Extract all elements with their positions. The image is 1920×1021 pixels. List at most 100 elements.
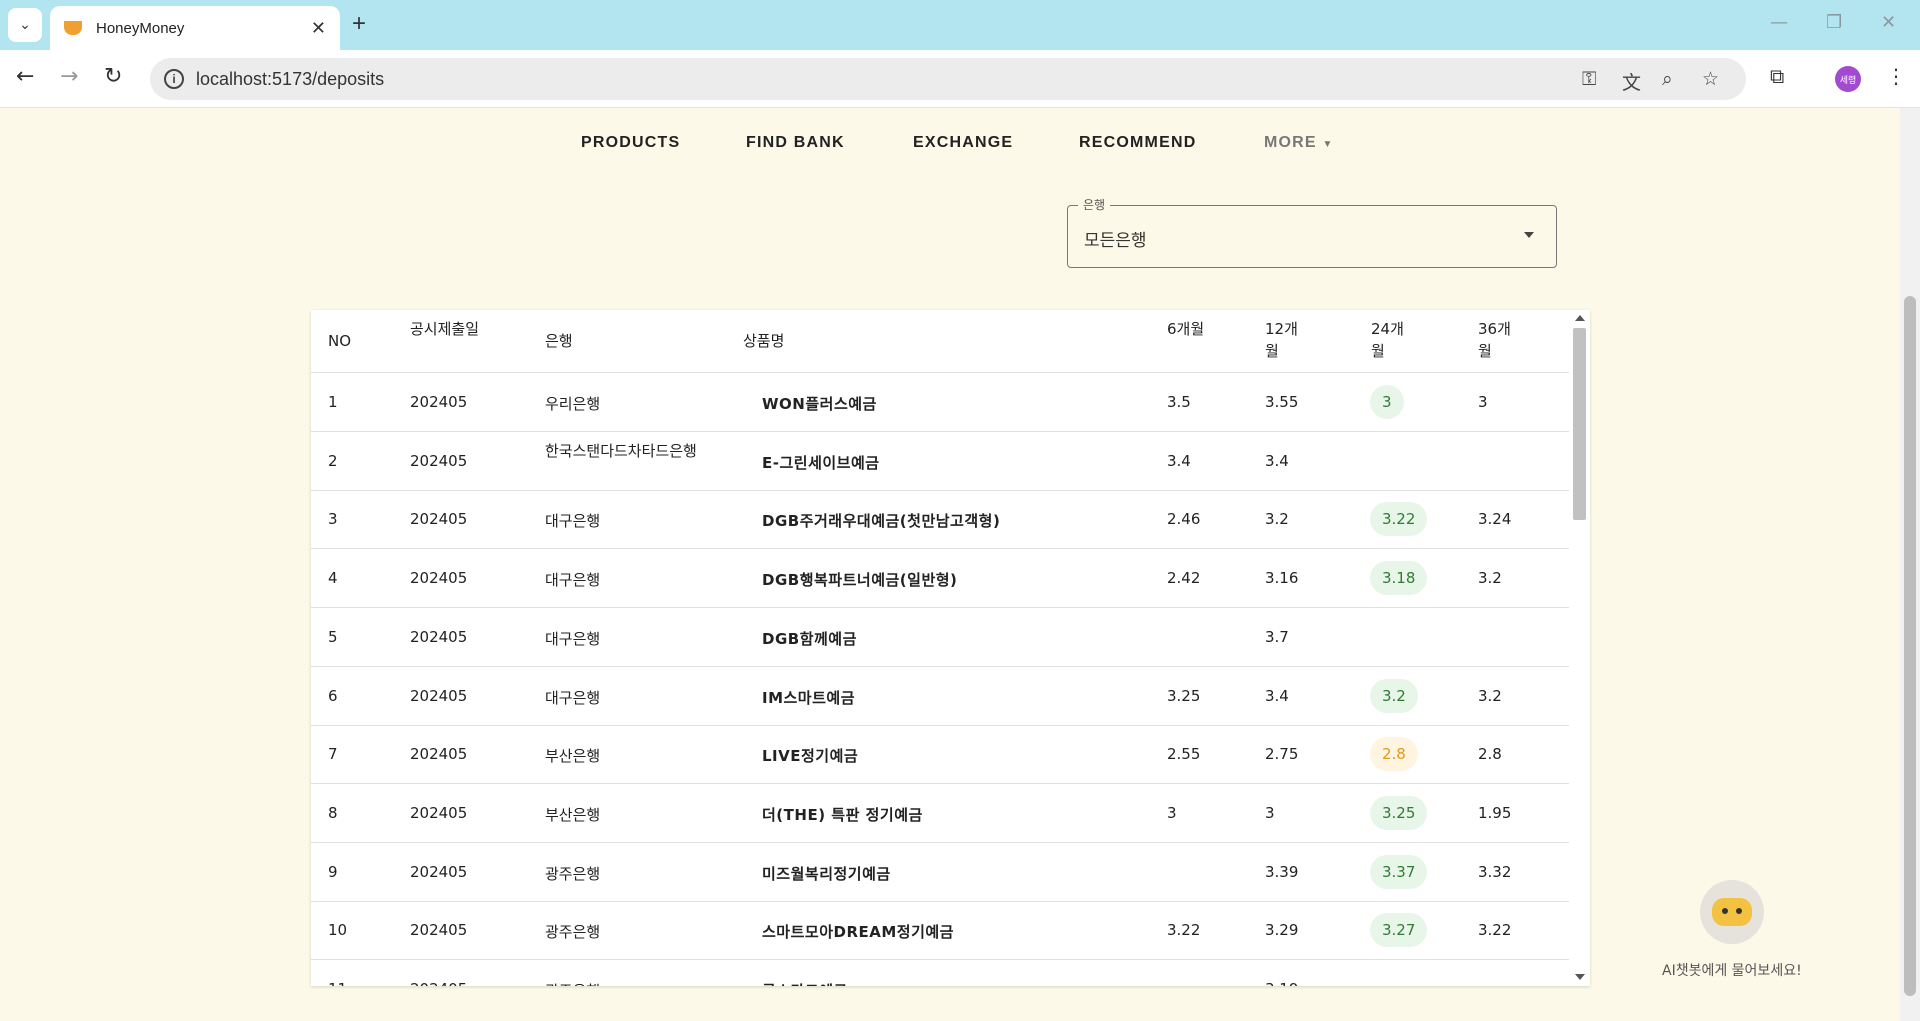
robot-eye bbox=[1722, 908, 1728, 914]
cell-product: LIVE정기예금 bbox=[762, 747, 859, 766]
cell-m36: 3 bbox=[1478, 393, 1488, 411]
kebab-menu-icon[interactable]: ⋮ bbox=[1886, 64, 1906, 88]
table-row[interactable]: 9 202405 광주은행 미즈월복리정기예금 3.39 3.37 3.32 bbox=[311, 843, 1569, 902]
table-row[interactable]: 7 202405 부산은행 LIVE정기예금 2.55 2.75 2.8 2.8 bbox=[311, 725, 1569, 785]
cell-date: 202405 bbox=[410, 980, 467, 986]
cell-m6: 3.4 bbox=[1167, 451, 1191, 470]
nav-more[interactable]: MORE ▼ bbox=[1264, 134, 1334, 152]
bank-select[interactable]: 은행 모든은행 bbox=[1067, 196, 1557, 268]
scroll-down-icon[interactable] bbox=[1575, 974, 1585, 980]
cell-date: 202405 bbox=[410, 393, 468, 411]
reload-icon[interactable]: ↻ bbox=[104, 64, 122, 89]
cell-product: WON플러스예금 bbox=[762, 395, 877, 413]
cell-no: 10 bbox=[328, 921, 348, 940]
info-icon[interactable]: i bbox=[164, 69, 184, 89]
key-icon[interactable]: ⚿ bbox=[1582, 68, 1596, 90]
extensions-icon[interactable]: ⧉ bbox=[1770, 64, 1784, 88]
table-row[interactable]: 6 202405 대구은행 IM스마트예금 3.25 3.4 3.2 3.2 bbox=[311, 667, 1569, 726]
header-date: 공시제출일 bbox=[410, 320, 480, 338]
avatar[interactable]: 세령 bbox=[1835, 66, 1861, 92]
cell-bank: 우리은행 bbox=[545, 395, 601, 413]
cell-no: 2 bbox=[328, 451, 338, 470]
cell-m12: 3 bbox=[1265, 803, 1275, 822]
cell-date: 202405 bbox=[410, 803, 468, 822]
cell-no: 7 bbox=[328, 745, 338, 764]
table-row[interactable]: 5 202405 대구은행 DGB함께예금 3.7 bbox=[311, 608, 1569, 667]
table-scrollbar[interactable] bbox=[1569, 310, 1590, 986]
address-bar[interactable]: i localhost:5173/deposits ⚿ 文 ⌕ ☆ bbox=[150, 58, 1746, 100]
cell-m36: 3.24 bbox=[1478, 510, 1512, 529]
rate-chip: 3.2 bbox=[1370, 678, 1418, 713]
rate-chip: 3.37 bbox=[1370, 854, 1428, 889]
cell-product: E-그린세이브예금 bbox=[762, 453, 880, 472]
chevron-down-icon: ⌄ bbox=[19, 17, 31, 33]
cell-m6: 3.22 bbox=[1167, 921, 1201, 940]
cell-no: 3 bbox=[328, 510, 338, 529]
cell-product: DGB함께예금 bbox=[762, 629, 857, 648]
cell-m6: 2.55 bbox=[1167, 745, 1201, 764]
cell-m12: 3.19 bbox=[1265, 980, 1298, 986]
translate-icon[interactable]: 文 bbox=[1622, 68, 1641, 95]
nav-find-bank[interactable]: FIND BANK bbox=[746, 134, 845, 152]
forward-arrow-icon[interactable]: → bbox=[60, 64, 78, 89]
header-24m: 24개월 bbox=[1371, 320, 1404, 360]
cell-bank: 부산은행 bbox=[545, 805, 601, 824]
browser-toolbar: ← → ↻ i localhost:5173/deposits ⚿ 文 ⌕ ☆ bbox=[0, 50, 1920, 108]
honey-pot-icon bbox=[64, 21, 82, 35]
zoom-icon[interactable]: ⌕ bbox=[1662, 68, 1673, 90]
nav-exchange[interactable]: EXCHANGE bbox=[913, 134, 1013, 152]
minimize-icon[interactable]: — bbox=[1770, 12, 1788, 33]
back-arrow-icon[interactable]: ← bbox=[16, 64, 34, 89]
cell-no: 1 bbox=[328, 393, 338, 411]
table-row[interactable]: 2 202405 한국스탠다드차타드은행 E-그린세이브예금 3.4 3.4 bbox=[311, 432, 1569, 491]
browser-tab-bar: ⌄ HoneyMoney ✕ + — ❐ ✕ bbox=[0, 0, 1920, 50]
cell-m12: 3.29 bbox=[1265, 921, 1299, 940]
table-row[interactable]: 8 202405 부산은행 더(THE) 특판 정기예금 3 3 3.25 1.95 bbox=[311, 784, 1569, 843]
table-row[interactable]: 11 202405 광주은행 굿스타트예금 3.19 bbox=[311, 960, 1569, 986]
cell-bank: 광주은행 bbox=[545, 864, 601, 883]
tab-search-button[interactable]: ⌄ bbox=[8, 8, 42, 42]
page-scrollbar[interactable] bbox=[1900, 108, 1920, 1021]
table-row[interactable]: 10 202405 광주은행 스마트모아DREAM정기예금 3.22 3.29 3.27 3.… bbox=[311, 901, 1569, 961]
cell-no: 6 bbox=[328, 686, 338, 705]
cell-m6: 2.42 bbox=[1167, 569, 1201, 588]
cell-no: 11 bbox=[328, 980, 347, 986]
table-row[interactable]: 1 202405 우리은행 WON플러스예금 3.5 3.55 3 3 bbox=[311, 373, 1569, 432]
nav-products[interactable]: PRODUCTS bbox=[581, 134, 680, 152]
cell-bank: 광주은행 bbox=[545, 923, 601, 942]
close-icon[interactable]: ✕ bbox=[311, 18, 326, 39]
rate-chip: 3.25 bbox=[1370, 795, 1428, 830]
cell-product: 미즈월복리정기예금 bbox=[762, 864, 891, 883]
chatbot-button[interactable] bbox=[1700, 880, 1764, 944]
table-row[interactable]: 3 202405 대구은행 DGB주거래우대예금(첫만남고객형) 2.46 3.2 3.22… bbox=[311, 490, 1569, 550]
cell-m12: 3.2 bbox=[1265, 510, 1289, 529]
page-scrollbar-thumb[interactable] bbox=[1904, 296, 1916, 996]
nav-recommend[interactable]: RECOMMEND bbox=[1079, 134, 1196, 152]
cell-m36: 1.95 bbox=[1478, 803, 1512, 822]
scroll-up-icon[interactable] bbox=[1575, 315, 1585, 321]
cell-product: DGB주거래우대예금(첫만남고객형) bbox=[762, 512, 1001, 531]
rate-chip: 2.8 bbox=[1370, 737, 1418, 772]
header-no: NO bbox=[328, 332, 352, 350]
cell-date: 202405 bbox=[410, 745, 468, 764]
header-6m: 6개월 bbox=[1167, 320, 1205, 338]
tab-title: HoneyMoney bbox=[96, 19, 185, 37]
scrollbar-thumb[interactable] bbox=[1573, 328, 1586, 520]
restore-icon[interactable]: ❐ bbox=[1826, 12, 1842, 33]
new-tab-button[interactable]: + bbox=[352, 10, 366, 38]
cell-date: 202405 bbox=[410, 627, 468, 646]
cell-date: 202405 bbox=[410, 862, 468, 881]
cell-no: 8 bbox=[328, 803, 338, 822]
star-icon[interactable]: ☆ bbox=[1702, 68, 1719, 90]
cell-m6: 2.46 bbox=[1167, 510, 1201, 529]
cell-no: 5 bbox=[328, 627, 338, 646]
cell-product: 굿스타트예금 bbox=[762, 980, 848, 986]
cell-m12: 3.39 bbox=[1265, 862, 1299, 881]
rate-chip: 3.27 bbox=[1370, 913, 1428, 948]
robot-icon bbox=[1712, 898, 1752, 926]
browser-tab[interactable]: HoneyMoney ✕ bbox=[50, 6, 340, 50]
table-row[interactable]: 4 202405 대구은행 DGB행복파트너예금(일반형) 2.42 3.16 3.18 3.… bbox=[311, 549, 1569, 609]
window-close-icon[interactable]: ✕ bbox=[1881, 12, 1896, 33]
cell-m6: 3.5 bbox=[1167, 393, 1191, 411]
cell-bank: 대구은행 bbox=[545, 688, 601, 707]
